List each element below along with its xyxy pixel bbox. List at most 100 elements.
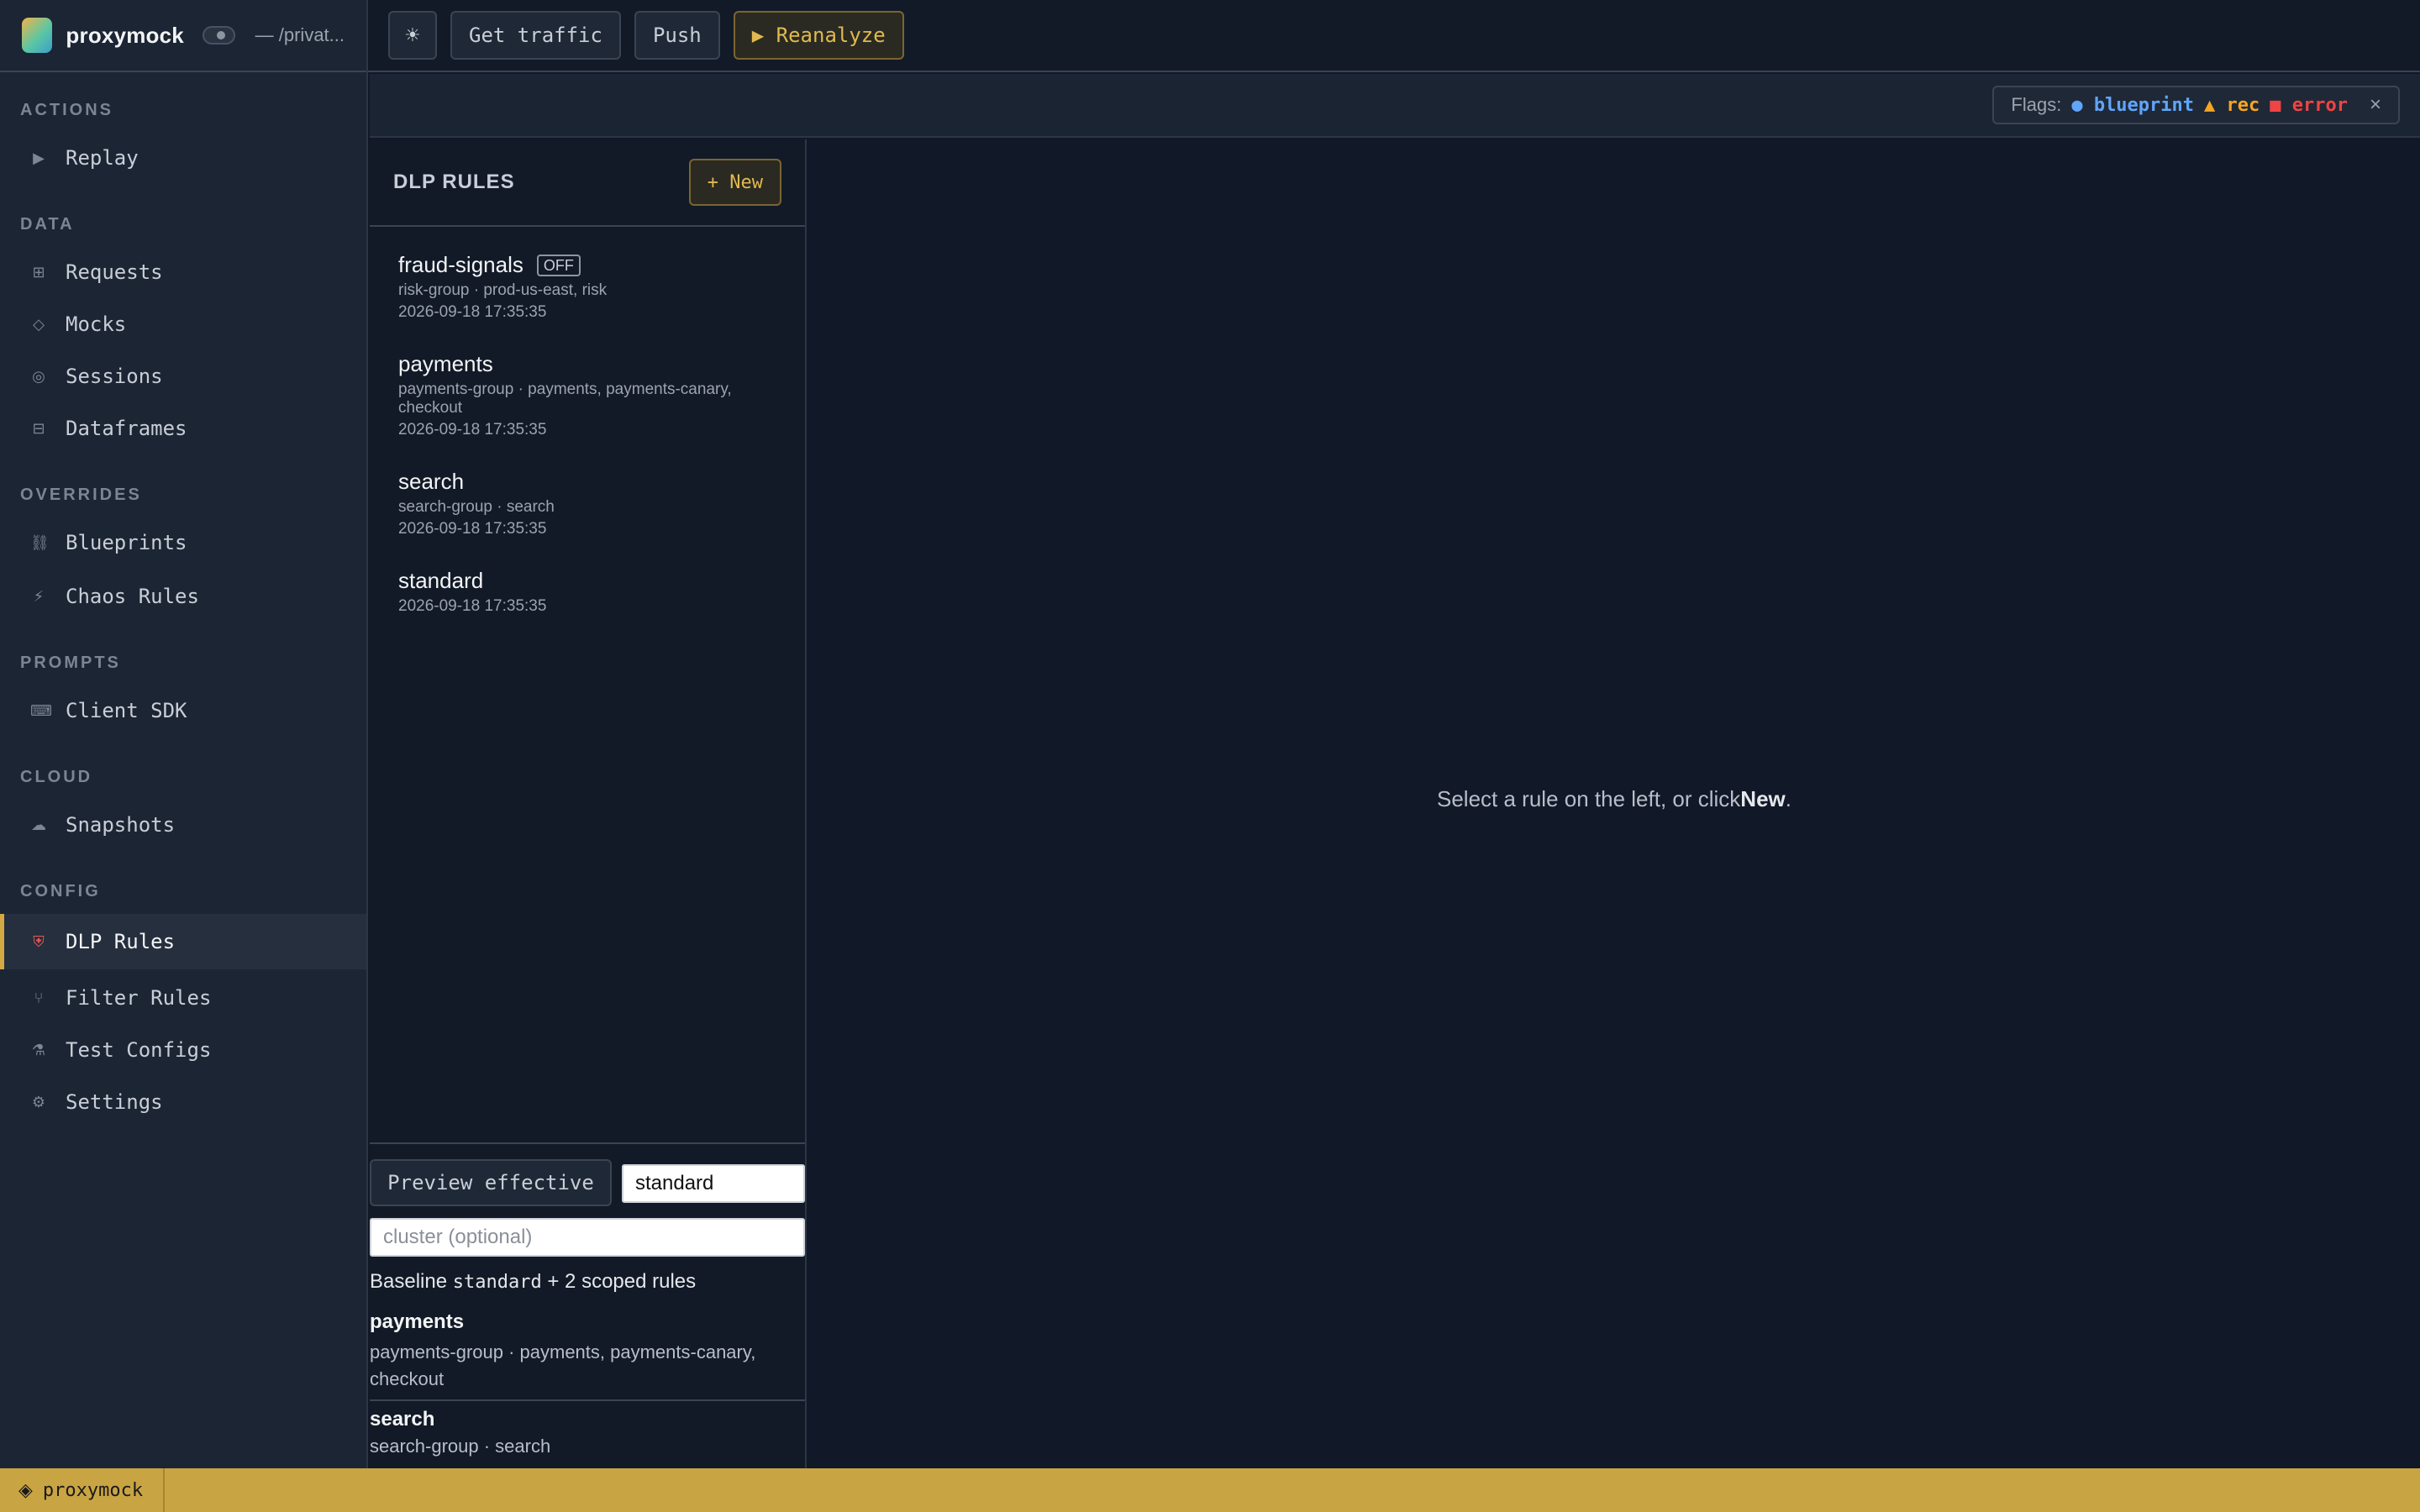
grid-icon: ⊞ [32, 263, 45, 281]
sidebar-item-label: DLP Rules [66, 930, 176, 953]
top-toolbar: ☀ Get traffic Push ▶ Reanalyze [368, 0, 2420, 72]
sidebar-item-requests[interactable]: ⊞ Requests [0, 247, 366, 297]
scoped-rule-meta: payments-group · payments, payments-cana… [370, 1341, 756, 1389]
rule-date: 2026-09-18 17:35:35 [398, 303, 547, 321]
baseline-summary: Baseline standard + 2 scoped rules [370, 1270, 696, 1294]
preview-effective-section: Preview effective Baseline standard + 2 … [370, 1142, 805, 1468]
rule-meta: search-group · search [398, 498, 555, 516]
section-prompts: PROMPTS [20, 654, 121, 672]
app-name: proxymock [66, 22, 184, 48]
theme-toggle-button[interactable]: ☀ [388, 11, 437, 60]
sidebar-item-label: Replay [66, 146, 139, 170]
sidebar-item-dlp-rules[interactable]: ⛨ DLP Rules [0, 914, 366, 969]
rule-name: payments [398, 351, 493, 376]
sidebar: proxymock — /privat... ACTIONS ▶ Replay … [0, 0, 368, 1468]
sun-icon: ☀ [404, 24, 421, 45]
rule-name: standard [398, 568, 484, 593]
sidebar-item-chaos-rules[interactable]: ⚡ Chaos Rules [0, 571, 366, 622]
sidebar-item-label: Sessions [66, 365, 163, 388]
status-label: proxymock [42, 1479, 144, 1501]
section-overrides: OVERRIDES [20, 486, 142, 504]
sidebar-item-blueprints[interactable]: ⛓ Blueprints [0, 517, 366, 568]
get-traffic-button[interactable]: Get traffic [450, 11, 621, 60]
rule-date: 2026-09-18 17:35:35 [398, 421, 547, 438]
sidebar-item-client-sdk[interactable]: ⌨ Client SDK [0, 685, 366, 736]
gear-icon: ⚙ [31, 1093, 46, 1110]
section-cloud: CLOUD [20, 768, 93, 786]
sidebar-item-label: Snapshots [66, 813, 176, 837]
target-icon: ◎ [32, 367, 45, 385]
sidebar-item-label: Filter Rules [66, 986, 212, 1010]
reanalyze-button[interactable]: ▶ Reanalyze [733, 11, 904, 60]
sidebar-item-mocks[interactable]: ◇ Mocks [0, 299, 366, 349]
scoped-rule-name: search [370, 1408, 435, 1431]
rule-date: 2026-09-18 17:35:35 [398, 520, 547, 538]
play-icon: ▶ [33, 149, 45, 166]
sidebar-item-label: Settings [66, 1090, 163, 1114]
workspace-path: — /privat... [255, 24, 345, 45]
new-rule-button[interactable]: + New [688, 159, 781, 206]
rule-list-item[interactable]: search search-group · search 2026-09-18 … [398, 469, 785, 538]
push-button[interactable]: Push [634, 11, 720, 60]
rule-detail-area: Select a rule on the left, or clickNew. [808, 139, 2420, 1468]
empty-new-link: New [1740, 786, 1786, 811]
app-logo [22, 18, 53, 53]
preview-effective-button[interactable]: Preview effective [370, 1159, 612, 1206]
keyboard-icon: ⌨ [30, 701, 52, 719]
filter-icon: ⑂ [34, 989, 44, 1006]
proxymock-icon: ◈ [18, 1479, 33, 1500]
chain-icon: ⛓ [30, 533, 50, 551]
scoped-rule-name: payments [370, 1310, 465, 1333]
divider [370, 1399, 805, 1401]
recording-toggle[interactable] [202, 26, 235, 45]
sidebar-item-snapshots[interactable]: ☁ Snapshots [0, 800, 366, 850]
rule-list-item[interactable]: fraud-signals OFF risk-group · prod-us-e… [398, 252, 785, 322]
sidebar-item-label: Client SDK [66, 699, 187, 722]
dlp-rules-header: DLP RULES + New [370, 139, 805, 227]
baseline-prefix: Baseline [370, 1270, 453, 1293]
baseline-code: standard [452, 1272, 542, 1293]
cluster-input[interactable] [370, 1218, 805, 1257]
brand-header: proxymock — /privat... [0, 0, 366, 72]
empty-suffix: . [1785, 786, 1791, 811]
flag-error: ■ error [2270, 94, 2348, 116]
flask-icon: ⚗ [31, 1041, 46, 1058]
sidebar-item-settings[interactable]: ⚙ Settings [0, 1077, 366, 1127]
sidebar-item-replay[interactable]: ▶ Replay [0, 133, 366, 183]
scoped-rule: search search-group · search [370, 1408, 805, 1460]
sidebar-item-test-configs[interactable]: ⚗ Test Configs [0, 1025, 366, 1075]
sidebar-item-filter-rules[interactable]: ⑂ Filter Rules [0, 973, 366, 1023]
flag-blueprint: ● blueprint [2071, 94, 2195, 116]
rule-date: 2026-09-18 17:35:35 [398, 597, 547, 615]
sidebar-item-label: Blueprints [66, 531, 187, 554]
flags-bar: Flags: ● blueprint ▲ rec ■ error × [370, 74, 2420, 138]
empty-state-message: Select a rule on the left, or clickNew. [808, 786, 2420, 812]
status-bar: ◈ proxymock [0, 1468, 2420, 1512]
scoped-rule: payments payments-group · payments, paym… [370, 1310, 805, 1393]
diamond-icon: ◇ [33, 315, 45, 333]
lightning-icon: ⚡ [33, 587, 45, 605]
flags-legend: Flags: ● blueprint ▲ rec ■ error × [1992, 86, 2400, 124]
sidebar-item-dataframes[interactable]: ⊟ Dataframes [0, 403, 366, 454]
rule-list-item[interactable]: payments payments-group · payments, paym… [398, 351, 785, 439]
sidebar-item-label: Dataframes [66, 417, 187, 440]
sidebar-item-sessions[interactable]: ◎ Sessions [0, 351, 366, 402]
sidebar-item-label: Mocks [66, 312, 127, 336]
flag-rec: ▲ rec [2204, 94, 2260, 116]
rule-select-input[interactable] [622, 1164, 805, 1203]
close-icon[interactable]: × [2370, 93, 2381, 117]
rule-name: search [398, 469, 465, 494]
scoped-rule-meta: search-group · search [370, 1436, 551, 1457]
empty-prefix: Select a rule on the left, or click [1437, 786, 1741, 811]
section-actions: ACTIONS [20, 101, 113, 119]
rule-name: fraud-signals [398, 252, 523, 277]
section-data: DATA [20, 215, 75, 234]
shield-icon: ⛨ [33, 932, 45, 950]
cloud-icon: ☁ [31, 816, 46, 833]
baseline-suffix: + 2 scoped rules [541, 1270, 697, 1293]
rule-list-item[interactable]: standard 2026-09-18 17:35:35 [398, 568, 785, 616]
status-item-proxymock[interactable]: ◈ proxymock [0, 1468, 165, 1512]
sidebar-item-label: Test Configs [66, 1038, 212, 1062]
section-config: CONFIG [20, 882, 101, 900]
flags-label: Flags: [2011, 94, 2062, 115]
